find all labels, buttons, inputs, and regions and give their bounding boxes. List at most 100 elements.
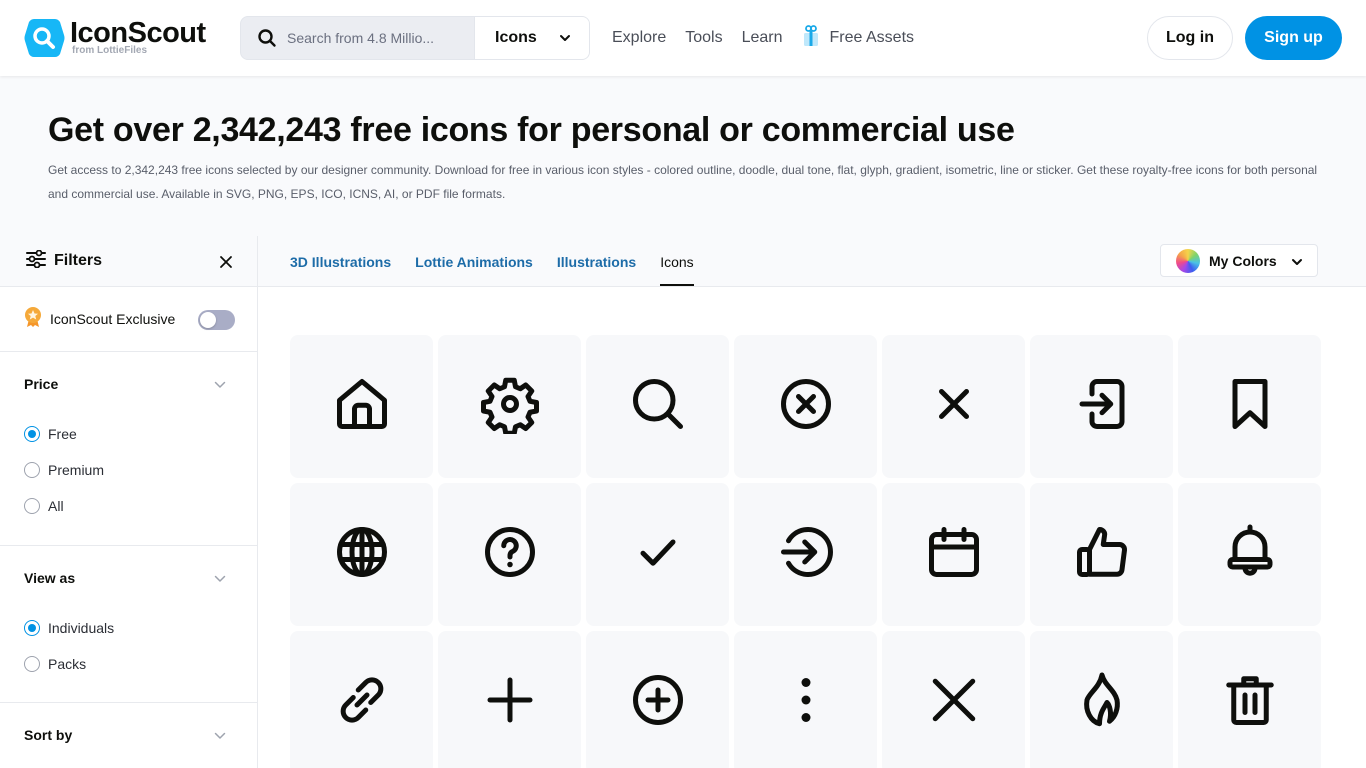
login-icon	[1072, 374, 1132, 439]
radio-label: Packs	[48, 656, 87, 672]
page-title: Get over 2,342,243 free icons for person…	[48, 111, 1015, 149]
help-circle-icon	[480, 522, 540, 587]
icon-tile[interactable]	[438, 335, 581, 478]
settings-icon	[480, 374, 540, 439]
icon-tile[interactable]	[882, 631, 1025, 768]
exclusive-toggle[interactable]	[198, 310, 235, 330]
price-section: Price Free Premium All	[0, 352, 257, 546]
tab-3d-illustrations[interactable]: 3D Illustrations	[290, 236, 391, 287]
icon-tile[interactable]	[1030, 631, 1173, 768]
radio-button[interactable]	[24, 462, 40, 478]
logo-title: IconScout	[70, 17, 206, 49]
radio-label: Free	[48, 426, 77, 442]
close-filters-icon[interactable]	[218, 254, 234, 275]
close-icon	[924, 374, 984, 439]
icon-tile[interactable]	[1178, 631, 1321, 768]
icon-grid	[290, 335, 1321, 768]
icon-tile[interactable]	[1178, 335, 1321, 478]
price-section-header[interactable]: Price	[24, 352, 233, 416]
signup-button[interactable]: Sign up	[1245, 16, 1342, 60]
view-as-section-header[interactable]: View as	[24, 546, 233, 610]
trash-icon	[1220, 670, 1280, 735]
filters-sliders-icon	[26, 249, 46, 273]
tab-illustrations[interactable]: Illustrations	[557, 236, 636, 287]
check-icon	[628, 522, 688, 587]
icon-tile[interactable]	[734, 483, 877, 626]
icon-tile[interactable]	[734, 335, 877, 478]
icon-tile[interactable]	[438, 483, 581, 626]
top-header: IconScout from LottieFiles Icons Explore…	[0, 0, 1366, 76]
nav-free-assets[interactable]: Free Assets	[802, 24, 915, 52]
color-wheel-icon	[1176, 248, 1200, 273]
link-icon	[332, 670, 392, 735]
radio-button[interactable]	[24, 656, 40, 672]
view-option-packs[interactable]: Packs	[24, 646, 233, 682]
price-option-all[interactable]: All	[24, 488, 233, 524]
icon-tile[interactable]	[586, 335, 729, 478]
radio-button[interactable]	[24, 498, 40, 514]
view-option-individuals[interactable]: Individuals	[24, 610, 233, 646]
exclusive-badge-icon	[24, 306, 42, 333]
search-type-label: Icons	[495, 29, 537, 46]
icon-tile[interactable]	[882, 335, 1025, 478]
exclusive-filter: IconScout Exclusive	[0, 287, 257, 352]
icon-tile[interactable]	[290, 631, 433, 768]
price-option-free[interactable]: Free	[24, 416, 233, 452]
sort-by-section-header[interactable]: Sort by	[24, 703, 233, 767]
radio-button-selected[interactable]	[24, 620, 40, 636]
bell-icon	[1220, 522, 1280, 587]
chevron-down-icon	[214, 570, 226, 586]
icon-tile[interactable]	[438, 631, 581, 768]
logo-link[interactable]: IconScout from LottieFiles	[24, 18, 206, 58]
gift-icon	[802, 24, 820, 52]
nav-explore[interactable]: Explore	[612, 29, 666, 47]
icon-tile[interactable]	[882, 483, 1025, 626]
radio-label: Premium	[48, 462, 105, 478]
chevron-down-icon	[1291, 253, 1303, 269]
icon-tile[interactable]	[1030, 483, 1173, 626]
nav-free-assets-label: Free Assets	[829, 29, 915, 46]
arrow-right-circle-icon	[776, 522, 836, 587]
icon-tile[interactable]	[1178, 483, 1321, 626]
icon-tile[interactable]	[290, 335, 433, 478]
nav-tools[interactable]: Tools	[685, 29, 722, 47]
main-nav: Explore Tools Learn Free Assets	[612, 0, 933, 76]
my-colors-dropdown[interactable]: My Colors	[1160, 244, 1318, 277]
icon-tile[interactable]	[1030, 335, 1173, 478]
filters-header: Filters	[0, 236, 257, 287]
search-icon	[628, 374, 688, 439]
fire-icon	[1072, 670, 1132, 735]
filters-sidebar: Filters IconScout Exclusive Price Free P…	[0, 236, 258, 768]
my-colors-label: My Colors	[1209, 252, 1277, 269]
radio-button-selected[interactable]	[24, 426, 40, 442]
view-as-section: View as Individuals Packs	[0, 546, 257, 703]
globe-icon	[332, 522, 392, 587]
icon-tile[interactable]	[734, 631, 877, 768]
sort-by-title: Sort by	[24, 727, 73, 743]
asset-type-bar: 3D Illustrations Lottie Animations Illus…	[258, 236, 1366, 287]
chevron-down-icon	[559, 29, 571, 47]
home-icon	[332, 374, 392, 439]
icon-tile[interactable]	[586, 483, 729, 626]
close-circle-icon	[776, 374, 836, 439]
price-title: Price	[24, 376, 59, 392]
tab-icons[interactable]: Icons	[660, 236, 695, 287]
page-description: Get access to 2,342,243 free icons selec…	[48, 163, 1318, 201]
asset-type-tabs: 3D Illustrations Lottie Animations Illus…	[290, 236, 718, 287]
logo-subtitle: from LottieFiles	[72, 45, 148, 56]
toggle-knob	[200, 312, 216, 328]
tab-lottie-animations[interactable]: Lottie Animations	[415, 236, 533, 287]
search-icon[interactable]	[241, 17, 283, 59]
search-input[interactable]	[283, 17, 474, 59]
nav-learn[interactable]: Learn	[742, 29, 783, 47]
filters-title: Filters	[54, 252, 103, 269]
search-type-dropdown[interactable]: Icons	[474, 17, 589, 59]
exclusive-label: IconScout Exclusive	[50, 311, 176, 327]
icon-tile[interactable]	[586, 631, 729, 768]
login-button[interactable]: Log in	[1147, 16, 1233, 60]
sort-by-section: Sort by	[0, 703, 257, 767]
results-area: 3D Illustrations Lottie Animations Illus…	[258, 236, 1366, 768]
price-option-premium[interactable]: Premium	[24, 452, 233, 488]
more-vertical-icon	[776, 670, 836, 735]
icon-tile[interactable]	[290, 483, 433, 626]
